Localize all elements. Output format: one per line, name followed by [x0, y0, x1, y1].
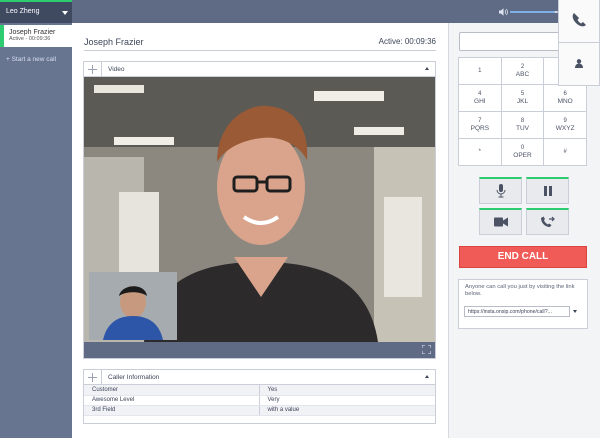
microphone-icon [496, 184, 505, 198]
start-new-call-link[interactable]: + Start a new call [6, 56, 56, 63]
key-letters: TUV [515, 125, 529, 132]
chevron-down-icon [62, 11, 68, 15]
drag-handle[interactable] [84, 62, 102, 76]
key-digit: * [478, 149, 481, 155]
caller-info-panel: Caller Information Customer Yes Awesome … [83, 369, 436, 424]
key-digit: 0 [520, 145, 525, 151]
key-letters: OPER [513, 152, 532, 159]
share-link-box: Anyone can call you just by visiting the… [458, 279, 588, 329]
key-digit: 9 [563, 118, 567, 124]
key-2[interactable]: 2 ABC [500, 57, 545, 85]
phone-tab[interactable] [559, 0, 600, 43]
key-letters: GHI [474, 98, 486, 105]
move-icon [88, 373, 97, 382]
user-menu[interactable]: Leo Zheng [0, 0, 72, 23]
key-digit: 7 [478, 118, 482, 124]
table-row: Customer Yes [84, 385, 435, 396]
call-status: Active: 00:09:36 [378, 37, 436, 46]
table-row: Awesome Level Very [84, 395, 435, 406]
key-hash[interactable]: # [543, 138, 587, 166]
caller-info-title: Caller Information [108, 374, 160, 381]
sidebar: Joseph Frazier Active - 00:09:36 + Start… [0, 23, 72, 438]
video-panel-title: Video [108, 66, 125, 73]
video-camera-icon [493, 217, 508, 227]
user-name: Leo Zheng [6, 8, 40, 15]
field-value: Yes [259, 385, 435, 396]
key-digit: 4 [478, 91, 482, 97]
sidebar-call-status: Active - 00:09:36 [9, 36, 51, 42]
sidebar-call-item[interactable]: Joseph Frazier Active - 00:09:36 [0, 25, 72, 47]
key-digit: 5 [520, 91, 525, 97]
key-9[interactable]: 9 WXYZ [543, 111, 587, 139]
key-letters: PQRS [470, 125, 490, 132]
transfer-call-icon [540, 216, 555, 227]
table-row: 3rd Field with a value [84, 405, 435, 416]
volume-slider[interactable] [510, 11, 558, 13]
key-letters: MNO [557, 98, 573, 105]
key-digit: # [563, 149, 567, 155]
fullscreen-icon[interactable] [422, 345, 431, 354]
chevron-down-icon[interactable] [573, 310, 577, 313]
move-icon [88, 65, 97, 74]
field-value: Very [259, 395, 435, 406]
call-main-panel: Joseph Frazier Active: 00:09:36 Video Ca… [72, 23, 448, 438]
field-value: with a value [259, 405, 435, 416]
caller-info-header: Caller Information [84, 370, 435, 385]
key-letters: JKL [516, 98, 529, 105]
key-digit: 6 [563, 91, 567, 97]
contacts-tab[interactable] [559, 43, 600, 85]
video-toggle-button[interactable] [479, 208, 522, 235]
key-digit: 2 [520, 64, 525, 70]
pause-icon [543, 186, 552, 196]
speaker-icon [499, 8, 508, 16]
key-8[interactable]: 8 TUV [500, 111, 545, 139]
remote-video [84, 77, 435, 342]
key-7[interactable]: 7 PQRS [458, 111, 502, 139]
collapse-icon[interactable] [425, 375, 429, 378]
transfer-button[interactable] [526, 208, 569, 235]
caller-info-table: Customer Yes Awesome Level Very 3rd Fiel… [84, 385, 435, 416]
side-toolbar [558, 0, 600, 86]
person-icon [575, 59, 583, 68]
phone-icon [572, 13, 586, 27]
caller-name: Joseph Frazier [84, 37, 144, 47]
key-letters: ABC [515, 71, 530, 78]
field-label: Awesome Level [84, 395, 260, 406]
top-bar: Leo Zheng [0, 0, 600, 23]
volume-slider-fill [510, 11, 556, 13]
key-letters: WXYZ [555, 125, 575, 132]
sidebar-call-name: Joseph Frazier [9, 29, 56, 36]
field-label: 3rd Field [84, 405, 260, 416]
key-6[interactable]: 6 MNO [543, 84, 587, 112]
drag-handle[interactable] [84, 370, 102, 384]
hold-button[interactable] [526, 177, 569, 204]
end-call-button[interactable]: END CALL [459, 246, 587, 268]
collapse-icon[interactable] [425, 67, 429, 70]
key-star[interactable]: * [458, 138, 502, 166]
key-0[interactable]: 0 OPER [500, 138, 545, 166]
field-label: Customer [84, 385, 260, 396]
divider [84, 50, 436, 51]
video-panel: Video [83, 61, 436, 359]
self-view-video [89, 272, 177, 340]
key-4[interactable]: 4 GHI [458, 84, 502, 112]
key-5[interactable]: 5 JKL [500, 84, 545, 112]
key-digit: 1 [478, 68, 482, 74]
share-link-field[interactable]: https://insta.onsip.com/phone/call?... [464, 306, 570, 317]
share-description: Anyone can call you just by visiting the… [465, 284, 575, 297]
video-toolbar [84, 342, 435, 358]
mute-button[interactable] [479, 177, 522, 204]
key-1[interactable]: 1 [458, 57, 502, 85]
key-digit: 8 [520, 118, 525, 124]
video-panel-header: Video [84, 62, 435, 77]
